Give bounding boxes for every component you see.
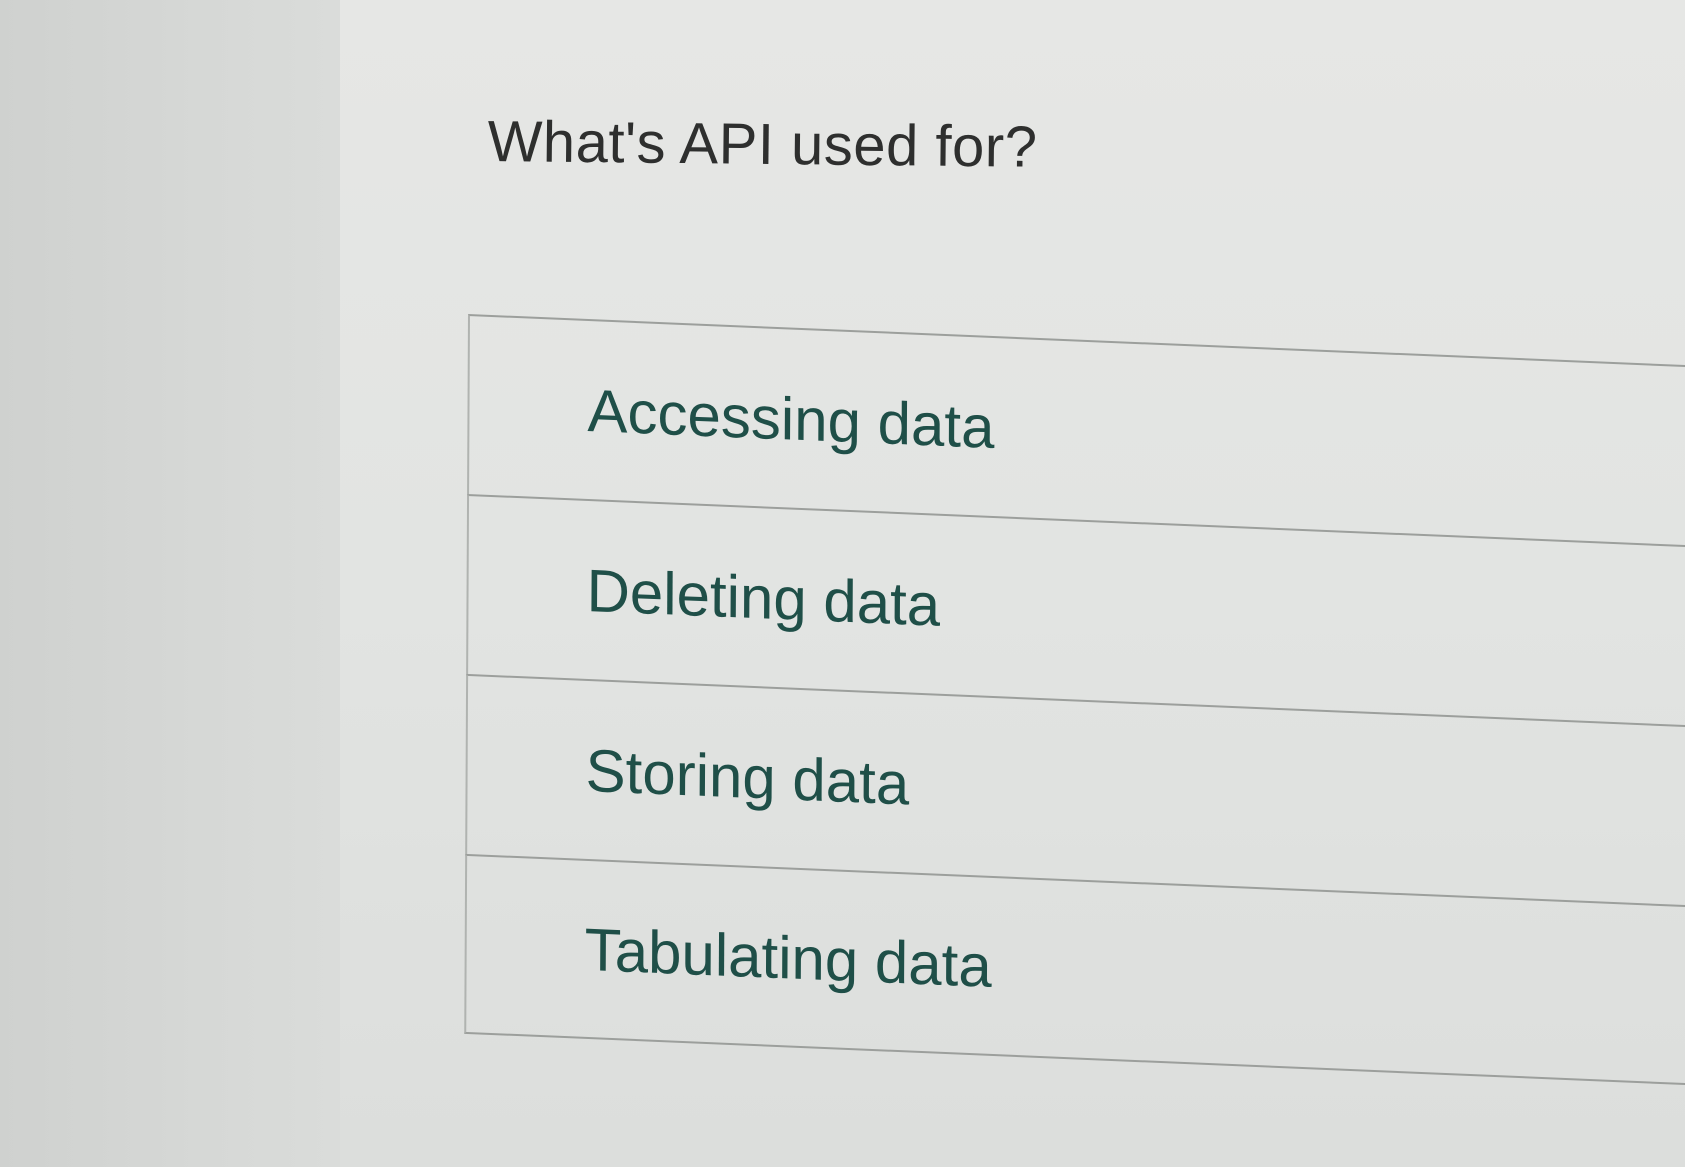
answer-option-label: Accessing data: [587, 376, 995, 461]
left-margin: [0, 0, 340, 1167]
answer-option-label: Tabulating data: [584, 915, 992, 1000]
answer-options-list: Accessing data Deleting data Storing dat…: [464, 314, 1685, 1087]
answer-option-label: Storing data: [585, 736, 910, 817]
quiz-screen: What's API used for? Accessing data Dele…: [0, 0, 1685, 1167]
question-text: What's API used for?: [487, 108, 1038, 180]
answer-option-label: Deleting data: [586, 556, 941, 639]
